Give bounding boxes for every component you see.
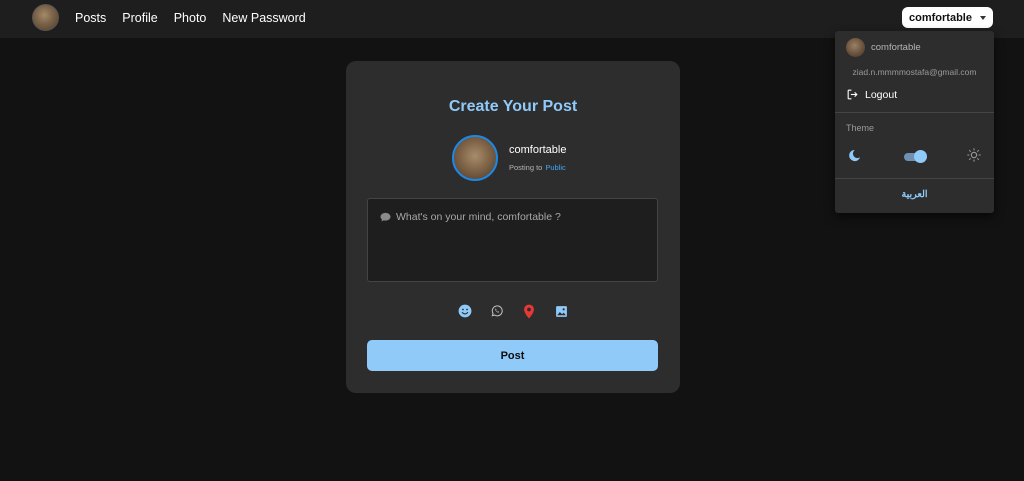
toggle-knob <box>914 150 927 163</box>
caret-down-icon <box>979 15 986 20</box>
dropdown-user: comfortable <box>846 38 921 57</box>
dropdown-divider <box>835 178 994 179</box>
theme-label: Theme <box>846 123 875 133</box>
nav-links: Posts Profile Photo New Password <box>75 0 322 36</box>
dropdown-username: comfortable <box>871 42 921 53</box>
image-icon[interactable] <box>552 302 570 320</box>
post-button[interactable]: Post <box>367 340 658 371</box>
user-menu-button[interactable]: comfortable <box>902 7 993 28</box>
nav-link-new-password[interactable]: New Password <box>222 11 305 25</box>
post-avatar <box>452 135 498 181</box>
user-dropdown-menu: comfortable ziad.n.mmmmostafa@gmail.com … <box>835 31 994 213</box>
theme-toggle[interactable] <box>902 150 928 163</box>
dropdown-avatar <box>846 38 865 57</box>
logout-label: Logout <box>865 88 898 101</box>
location-pin-icon[interactable] <box>520 302 538 320</box>
posting-to-prefix: Posting to <box>509 163 543 172</box>
nav-link-posts[interactable]: Posts <box>75 11 106 25</box>
user-menu-label: comfortable <box>909 11 972 24</box>
dropdown-email: ziad.n.mmmmostafa@gmail.com <box>852 67 977 77</box>
logout-icon <box>847 89 858 100</box>
sun-icon[interactable] <box>966 147 982 168</box>
post-text-placeholder: What's on your mind, comfortable ? <box>396 211 561 223</box>
nav-link-photo[interactable]: Photo <box>174 11 207 25</box>
card-title: Create Your Post <box>448 98 578 115</box>
logout-menu-item[interactable]: Logout <box>846 88 897 101</box>
speech-bubble-icon <box>380 212 391 222</box>
dropdown-divider <box>835 112 994 113</box>
moon-icon[interactable] <box>847 148 862 168</box>
language-switch[interactable]: العربية <box>835 189 994 200</box>
nav-avatar[interactable] <box>32 4 59 31</box>
emoji-icon[interactable] <box>456 302 474 320</box>
whatsapp-icon[interactable] <box>488 302 506 320</box>
create-post-card: Create Your Post comfortable Posting to P… <box>346 61 680 393</box>
post-text-input[interactable]: What's on your mind, comfortable ? <box>367 198 658 282</box>
nav-link-profile[interactable]: Profile <box>122 11 157 25</box>
audience-selector[interactable]: Public <box>545 163 565 172</box>
posting-to: Posting to Public <box>509 163 566 172</box>
post-username: comfortable <box>509 144 567 156</box>
post-tools <box>456 302 576 320</box>
